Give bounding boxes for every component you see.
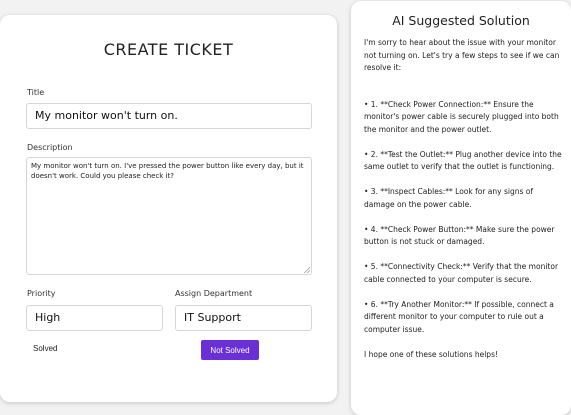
description-text: My monitor won't turn on. I've pressed t… [31,162,304,180]
list-item: • 4. **Check Power Button:** Make sure t… [364,224,555,247]
solved-button[interactable]: Solved [33,344,57,353]
priority-label: Priority [27,289,56,298]
resize-grip-icon[interactable] [304,267,310,273]
priority-input[interactable]: High [26,305,163,331]
not-solved-button[interactable]: Not Solved [201,340,259,360]
description-label: Description [27,143,73,152]
title-input[interactable]: My monitor won't turn on. [26,103,312,129]
department-input[interactable]: IT Support [175,305,312,331]
list-item: • 3. **Inspect Cables:** Look for any si… [364,187,533,209]
title-label: Title [27,88,45,97]
ai-solution-card: AI Suggested Solution I'm sorry to hear … [351,1,571,415]
list-item: • 5. **Connectivity Check:** Verify that… [364,262,559,284]
list-item: • 2. **Test the Outlet:** Plug another d… [364,149,562,172]
create-ticket-heading: CREATE TICKET [103,40,234,59]
ai-steps-list: • 1. **Check Power Connection:** Ensure … [364,99,564,337]
ai-outro-text: I hope one of these solutions helps! [364,349,498,359]
department-label: Assign Department [175,289,253,298]
list-item: • 6. **Try Another Monitor:** If possibl… [364,299,554,334]
list-item: • 1. **Check Power Connection:** Ensure … [364,99,559,134]
description-textarea[interactable]: My monitor won't turn on. I've pressed t… [26,157,312,275]
ai-intro-text: I'm sorry to hear about the issue with y… [364,38,560,72]
ai-solution-heading: AI Suggested Solution [392,13,530,28]
ai-solution-body: I'm sorry to hear about the issue with y… [364,37,564,361]
